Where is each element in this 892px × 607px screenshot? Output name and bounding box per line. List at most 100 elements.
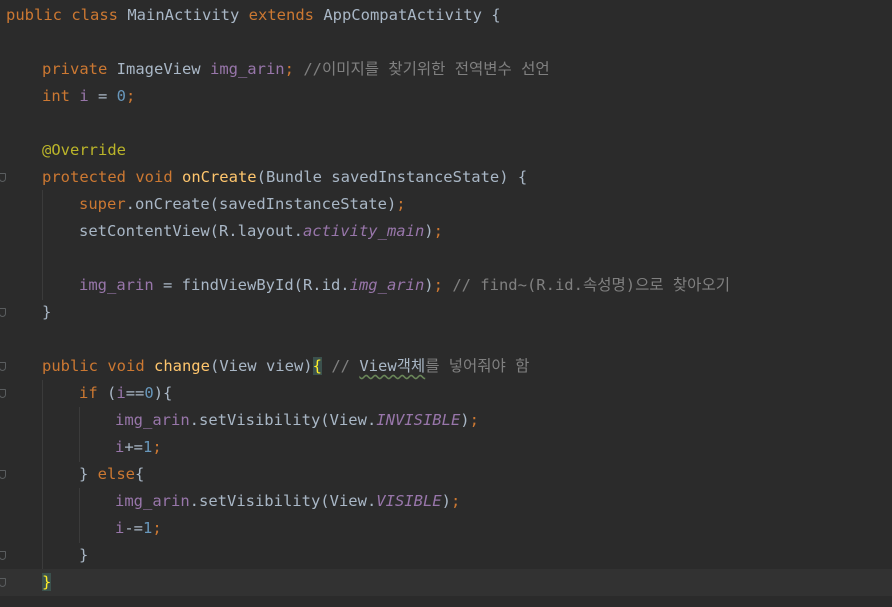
code-token: ) <box>460 411 470 429</box>
code-editor[interactable]: public class MainActivity extends AppCom… <box>0 0 892 607</box>
code-text: public class MainActivity extends AppCom… <box>6 2 501 29</box>
code-token: ; <box>152 438 162 456</box>
code-text: img_arin.setVisibility(View.INVISIBLE); <box>115 407 479 434</box>
code-token: == <box>125 384 145 402</box>
code-token: i <box>116 384 126 402</box>
code-line[interactable]: int i = 0; <box>0 83 892 110</box>
fold-open-icon[interactable] <box>0 389 6 398</box>
code-token: // <box>331 357 360 375</box>
code-token: ) <box>424 276 434 294</box>
code-line[interactable] <box>0 245 892 272</box>
code-token: .setVisibility(View. <box>189 492 377 510</box>
code-token: .onCreate(savedInstanceState) <box>125 195 397 213</box>
code-token: if <box>79 384 107 402</box>
code-line[interactable] <box>0 110 892 137</box>
code-line[interactable]: img_arin.setVisibility(View.INVISIBLE); <box>0 407 892 434</box>
code-token: i <box>115 519 125 537</box>
code-token: 1 <box>143 519 153 537</box>
code-token: -= <box>124 519 144 537</box>
code-line[interactable]: public class MainActivity extends AppCom… <box>0 2 892 29</box>
code-line[interactable]: img_arin.setVisibility(View.VISIBLE); <box>0 488 892 515</box>
code-text: public void change(View view){ // View객체… <box>42 353 529 380</box>
code-token: extends <box>248 6 324 24</box>
code-token: ; <box>433 276 453 294</box>
code-text: setContentView(R.layout.activity_main); <box>79 218 443 245</box>
fold-close-icon[interactable] <box>0 308 6 317</box>
code-token: int <box>42 87 80 105</box>
code-line[interactable]: img_arin = findViewById(R.id.img_arin); … <box>0 272 892 299</box>
code-token: AppCompatActivity { <box>323 6 501 24</box>
code-token: ) <box>424 222 434 240</box>
code-token: } <box>79 546 89 564</box>
code-token: private <box>42 60 117 78</box>
code-token: // find~(R.id.속성명)으로 찾아오기 <box>452 276 730 294</box>
code-text: i+=1; <box>115 434 162 461</box>
code-line-current[interactable]: } <box>0 569 892 596</box>
fold-open-icon[interactable] <box>0 173 6 182</box>
code-line[interactable]: i-=1; <box>0 515 892 542</box>
code-token: i <box>79 87 98 105</box>
code-token: .setVisibility(View. <box>189 411 377 429</box>
fold-close-icon[interactable] <box>0 578 6 587</box>
code-token: = <box>98 87 117 105</box>
code-line[interactable]: } <box>0 299 892 326</box>
code-token: = findViewById(R.id. <box>163 276 350 294</box>
fold-close-icon[interactable] <box>0 551 6 560</box>
code-token: activity_main <box>302 222 425 240</box>
code-text: } <box>79 542 88 569</box>
code-token: ImageView <box>116 60 210 78</box>
code-line[interactable]: private ImageView img_arin; //이미지를 찾기위한 … <box>0 56 892 83</box>
code-text: } <box>42 299 51 326</box>
code-line[interactable] <box>0 29 892 56</box>
code-token: ; <box>152 519 162 537</box>
code-token: public void <box>42 357 154 375</box>
code-text: img_arin.setVisibility(View.VISIBLE); <box>115 488 460 515</box>
code-text: if (i==0){ <box>79 380 172 407</box>
code-line[interactable]: public void change(View view){ // View객체… <box>0 353 892 380</box>
code-line[interactable]: super.onCreate(savedInstanceState); <box>0 191 892 218</box>
fold-close-icon[interactable] <box>0 470 6 479</box>
code-line[interactable]: } <box>0 542 892 569</box>
code-token: 0 <box>116 87 127 105</box>
code-token: ( <box>107 384 117 402</box>
code-token: @Override <box>42 141 126 159</box>
code-token: setContentView(R.layout. <box>79 222 303 240</box>
code-token: { <box>135 465 145 483</box>
code-line[interactable]: setContentView(R.layout.activity_main); <box>0 218 892 245</box>
code-token: { <box>312 357 322 375</box>
code-token: View객체 <box>359 357 426 375</box>
code-token: i <box>115 438 125 456</box>
code-token: ; <box>450 492 461 510</box>
code-token: super <box>79 195 126 213</box>
code-text: protected void onCreate(Bundle savedInst… <box>42 164 527 191</box>
code-token: img_arin <box>115 411 190 429</box>
code-token: (Bundle savedInstanceState) { <box>256 168 528 186</box>
code-line[interactable]: if (i==0){ <box>0 380 892 407</box>
code-line[interactable]: protected void onCreate(Bundle savedInst… <box>0 164 892 191</box>
code-text: img_arin = findViewById(R.id.img_arin); … <box>79 272 730 299</box>
code-token: protected void <box>42 168 182 186</box>
code-token: MainActivity <box>127 6 249 24</box>
code-text: i-=1; <box>115 515 162 542</box>
code-text: } <box>42 569 52 596</box>
code-token: } <box>79 465 98 483</box>
code-token: ) <box>441 492 451 510</box>
code-token: 0 <box>144 384 154 402</box>
code-line[interactable]: @Override <box>0 137 892 164</box>
code-text: private ImageView img_arin; //이미지를 찾기위한 … <box>42 56 550 83</box>
code-token: } <box>42 573 52 591</box>
code-line[interactable]: } else{ <box>0 461 892 488</box>
code-token: (View view) <box>209 357 313 375</box>
code-token: 1 <box>143 438 153 456</box>
fold-open-icon[interactable] <box>0 362 6 371</box>
code-token: ; <box>433 222 443 240</box>
code-line[interactable] <box>0 326 892 353</box>
code-token: img_arin <box>349 276 425 294</box>
code-token: ; <box>396 195 406 213</box>
code-token: img_arin <box>79 276 163 294</box>
code-line[interactable]: i+=1; <box>0 434 892 461</box>
code-text: super.onCreate(savedInstanceState); <box>79 191 406 218</box>
code-token: img_arin <box>115 492 190 510</box>
code-token: public class <box>6 6 128 24</box>
